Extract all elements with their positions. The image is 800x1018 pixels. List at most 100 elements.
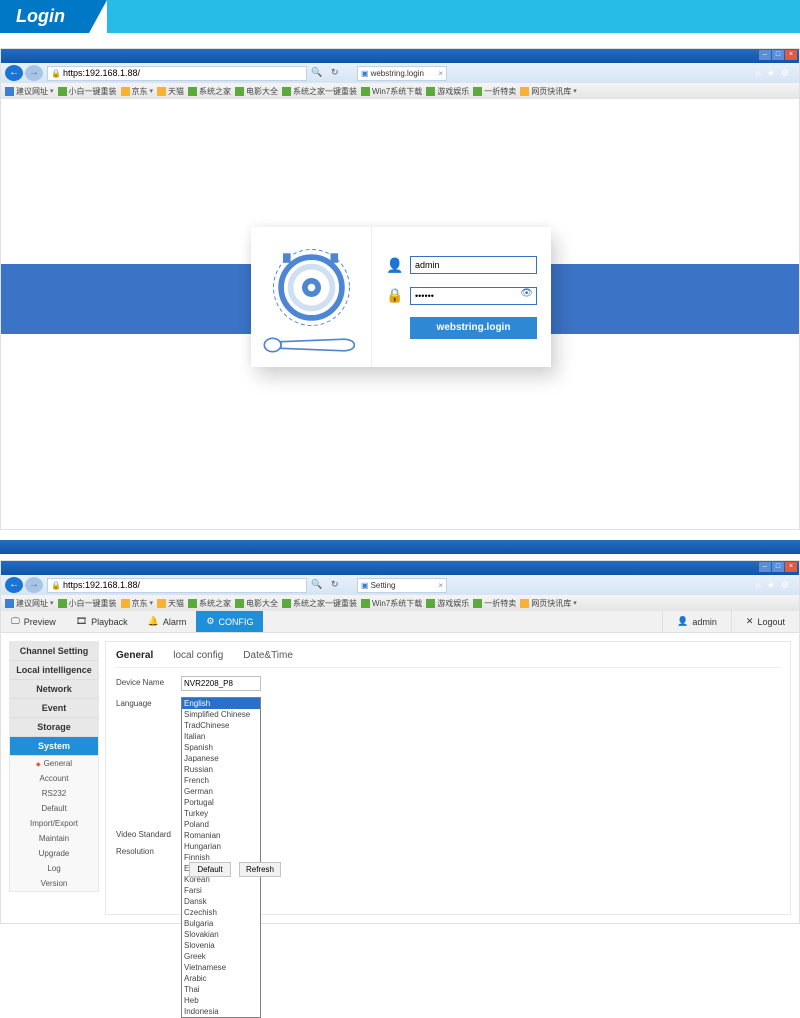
sidebar-subitem-general[interactable]: General	[10, 756, 98, 771]
bookmark-item[interactable]: 网页快讯库▾	[520, 86, 577, 97]
maximize-button[interactable]: □	[772, 50, 784, 60]
url-input[interactable]	[63, 68, 303, 78]
sidebar-subitem-maintain[interactable]: Maintain	[10, 831, 98, 846]
default-button[interactable]: Default	[189, 862, 231, 877]
language-option[interactable]: German	[182, 786, 260, 797]
bookmark-item[interactable]: 网页快讯库▾	[520, 598, 577, 609]
language-option[interactable]: Hungarian	[182, 841, 260, 852]
sidebar-subitem-rs232[interactable]: RS232	[10, 786, 98, 801]
language-option[interactable]: Slovenia	[182, 940, 260, 951]
device-name-input[interactable]	[181, 676, 261, 691]
language-option[interactable]: Russian	[182, 764, 260, 775]
bookmark-item[interactable]: Win7系统下载	[361, 598, 422, 609]
bookmark-item[interactable]: 系统之家一键重装	[282, 598, 357, 609]
language-dropdown-list[interactable]: EnglishSimplified ChineseTradChineseItal…	[181, 697, 261, 1018]
refresh-icon[interactable]: ↻	[331, 67, 343, 79]
bookmark-item[interactable]: 一折特卖	[473, 598, 516, 609]
home-icon[interactable]: ⌂	[755, 68, 760, 79]
language-option[interactable]: Thai	[182, 984, 260, 995]
forward-button[interactable]: →	[25, 65, 43, 81]
close-button[interactable]: ×	[785, 50, 797, 60]
username-input[interactable]	[410, 256, 537, 274]
bookmark-item[interactable]: 游戏娱乐	[426, 86, 469, 97]
bookmark-item[interactable]: 小白一键重装	[58, 86, 117, 97]
gear-icon[interactable]: ⚙	[781, 580, 789, 591]
bookmark-item[interactable]: 京东▾	[121, 598, 154, 609]
sidebar-item-system[interactable]: System	[10, 737, 98, 756]
sidebar-item-storage[interactable]: Storage	[10, 718, 98, 737]
bookmark-item[interactable]: 系统之家	[188, 598, 231, 609]
sidebar-item-network[interactable]: Network	[10, 680, 98, 699]
language-option[interactable]: Simplified Chinese	[182, 709, 260, 720]
tab-preview[interactable]: 🖵Preview	[1, 611, 66, 632]
language-option[interactable]: Bulgaria	[182, 918, 260, 929]
language-option[interactable]: Arabic	[182, 973, 260, 984]
close-button[interactable]: ×	[785, 562, 797, 572]
minimize-button[interactable]: –	[759, 562, 771, 572]
tab-close-icon[interactable]: ×	[438, 581, 443, 590]
language-option[interactable]: Italian	[182, 731, 260, 742]
refresh-icon[interactable]: ↻	[331, 579, 343, 591]
language-option[interactable]: Spanish	[182, 742, 260, 753]
url-input[interactable]	[63, 580, 303, 590]
language-option[interactable]: Dansk	[182, 896, 260, 907]
tab-alarm[interactable]: 🔔Alarm	[138, 611, 197, 632]
tab-general[interactable]: General	[116, 650, 153, 661]
url-field-wrap[interactable]: 🔒	[47, 578, 307, 593]
sidebar-subitem-default[interactable]: Default	[10, 801, 98, 816]
language-option[interactable]: English	[182, 698, 260, 709]
bookmark-item[interactable]: 电影大全	[235, 598, 278, 609]
star-icon[interactable]: ★	[767, 580, 775, 591]
back-button[interactable]: ←	[5, 65, 23, 81]
search-icon[interactable]: 🔍	[311, 579, 323, 591]
tab-local-config[interactable]: local config	[173, 650, 223, 661]
sidebar-item-channel[interactable]: Channel Setting	[10, 642, 98, 661]
bookmark-item[interactable]: 一折特卖	[473, 86, 516, 97]
tab-datetime[interactable]: Date&Time	[243, 650, 293, 661]
bookmark-item[interactable]: 小白一键重装	[58, 598, 117, 609]
bookmark-item[interactable]: 天猫	[157, 598, 184, 609]
sidebar-subitem-upgrade[interactable]: Upgrade	[10, 846, 98, 861]
bookmark-item[interactable]: 游戏娱乐	[426, 598, 469, 609]
language-option[interactable]: Czechish	[182, 907, 260, 918]
search-icon[interactable]: 🔍	[311, 67, 323, 79]
sidebar-subitem-import-export[interactable]: Import/Export	[10, 816, 98, 831]
logout-button[interactable]: ✕Logout	[731, 611, 799, 632]
language-option[interactable]: Romanian	[182, 830, 260, 841]
language-option[interactable]: Indonesia	[182, 1006, 260, 1017]
bookmark-item[interactable]: 天猫	[157, 86, 184, 97]
forward-button[interactable]: →	[25, 577, 43, 593]
sidebar-item-intelligence[interactable]: Local intelligence	[10, 661, 98, 680]
bookmark-item[interactable]: Win7系统下载	[361, 86, 422, 97]
sidebar-item-event[interactable]: Event	[10, 699, 98, 718]
tab-playback[interactable]: 🎞Playback	[66, 611, 138, 632]
bookmark-item[interactable]: 系统之家一键重装	[282, 86, 357, 97]
password-input[interactable]	[410, 287, 537, 305]
star-icon[interactable]: ★	[767, 68, 775, 79]
language-option[interactable]: Turkey	[182, 808, 260, 819]
login-button[interactable]: webstring.login	[410, 317, 537, 339]
language-option[interactable]: Portugal	[182, 797, 260, 808]
browser-tab[interactable]: ▣ webstring.login ×	[357, 66, 447, 81]
language-option[interactable]: Greek	[182, 951, 260, 962]
language-option[interactable]: Slovakian	[182, 929, 260, 940]
language-option[interactable]: French	[182, 775, 260, 786]
bookmark-item[interactable]: 建议网址▾	[5, 598, 54, 609]
gear-icon[interactable]: ⚙	[781, 68, 789, 79]
language-option[interactable]: Poland	[182, 819, 260, 830]
browser-tab[interactable]: ▣ Setting ×	[357, 578, 447, 593]
back-button[interactable]: ←	[5, 577, 23, 593]
language-option[interactable]: TradChinese	[182, 720, 260, 731]
show-password-icon[interactable]: 👁	[520, 288, 533, 299]
bookmark-item[interactable]: 建议网址▾	[5, 86, 54, 97]
language-option[interactable]: Vietnamese	[182, 962, 260, 973]
bookmark-item[interactable]: 系统之家	[188, 86, 231, 97]
tab-config[interactable]: ⚙CONFIG	[196, 611, 263, 632]
user-menu[interactable]: 👤admin	[662, 611, 731, 632]
sidebar-subitem-log[interactable]: Log	[10, 861, 98, 876]
url-field-wrap[interactable]: 🔒	[47, 66, 307, 81]
bookmark-item[interactable]: 电影大全	[235, 86, 278, 97]
sidebar-subitem-version[interactable]: Version	[10, 876, 98, 891]
minimize-button[interactable]: –	[759, 50, 771, 60]
language-option[interactable]: Farsi	[182, 885, 260, 896]
